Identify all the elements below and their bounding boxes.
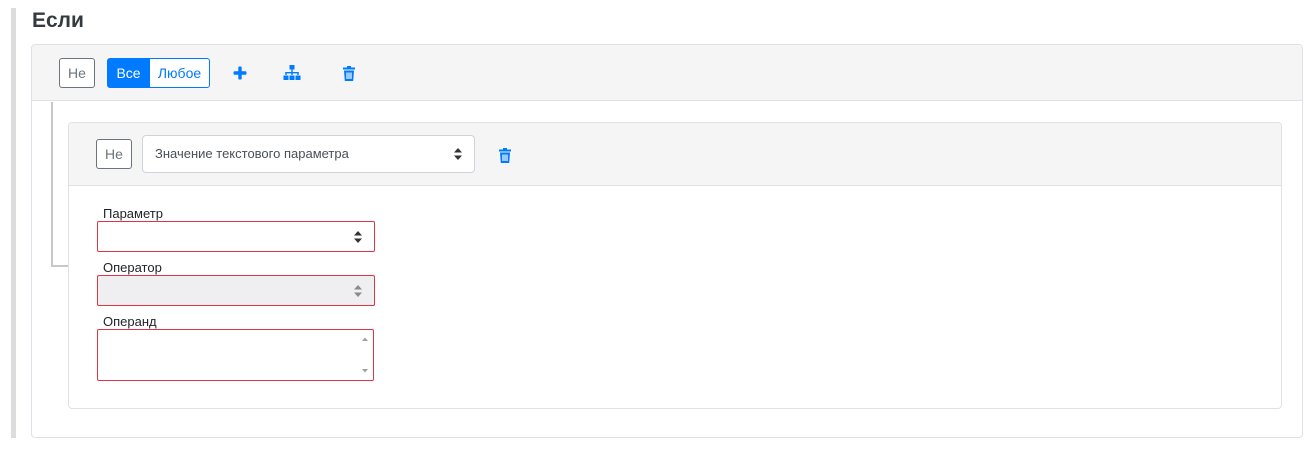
scroll-down-icon (362, 369, 368, 373)
operand-label: Операнд (103, 314, 157, 329)
scroll-up-icon (362, 337, 368, 341)
operator-select[interactable] (97, 275, 375, 306)
rule-not-button[interactable]: Не (96, 139, 132, 169)
group-not-button[interactable]: Не (59, 58, 95, 88)
sitemap-icon (283, 65, 301, 80)
condition-type-value: Значение текстового параметра (155, 146, 349, 161)
group-logic-toggle: Все Любое (107, 58, 210, 88)
delete-group-button[interactable] (337, 61, 361, 85)
condition-type-select[interactable]: Значение текстового параметра (142, 135, 475, 173)
select-arrows-icon (454, 148, 462, 160)
select-arrows-icon (354, 284, 362, 297)
parameter-label: Параметр (103, 206, 163, 221)
plus-icon (233, 66, 247, 80)
operand-textarea[interactable] (97, 329, 374, 381)
textarea-scrollbar[interactable] (358, 331, 372, 379)
trash-icon (343, 65, 355, 81)
condition-rule: Не Значение текстового параметра Парамет… (68, 122, 1282, 409)
rule-header: Не Значение текстового параметра (69, 123, 1281, 186)
delete-rule-button[interactable] (493, 143, 517, 167)
trash-icon (499, 147, 511, 163)
add-rule-button[interactable] (228, 61, 252, 85)
tree-connector (51, 102, 69, 267)
condition-group: Не Все Любое Не Значение текстового пара… (31, 44, 1303, 438)
section-title: Если (32, 9, 84, 32)
group-all-button[interactable]: Все (107, 58, 150, 88)
parameter-select[interactable] (97, 221, 375, 252)
add-group-button[interactable] (280, 61, 304, 85)
group-any-button[interactable]: Любое (149, 58, 210, 88)
select-arrows-icon (354, 230, 362, 243)
operator-label: Оператор (103, 260, 162, 275)
group-header: Не Все Любое (32, 45, 1302, 101)
section-left-rule (11, 8, 16, 438)
